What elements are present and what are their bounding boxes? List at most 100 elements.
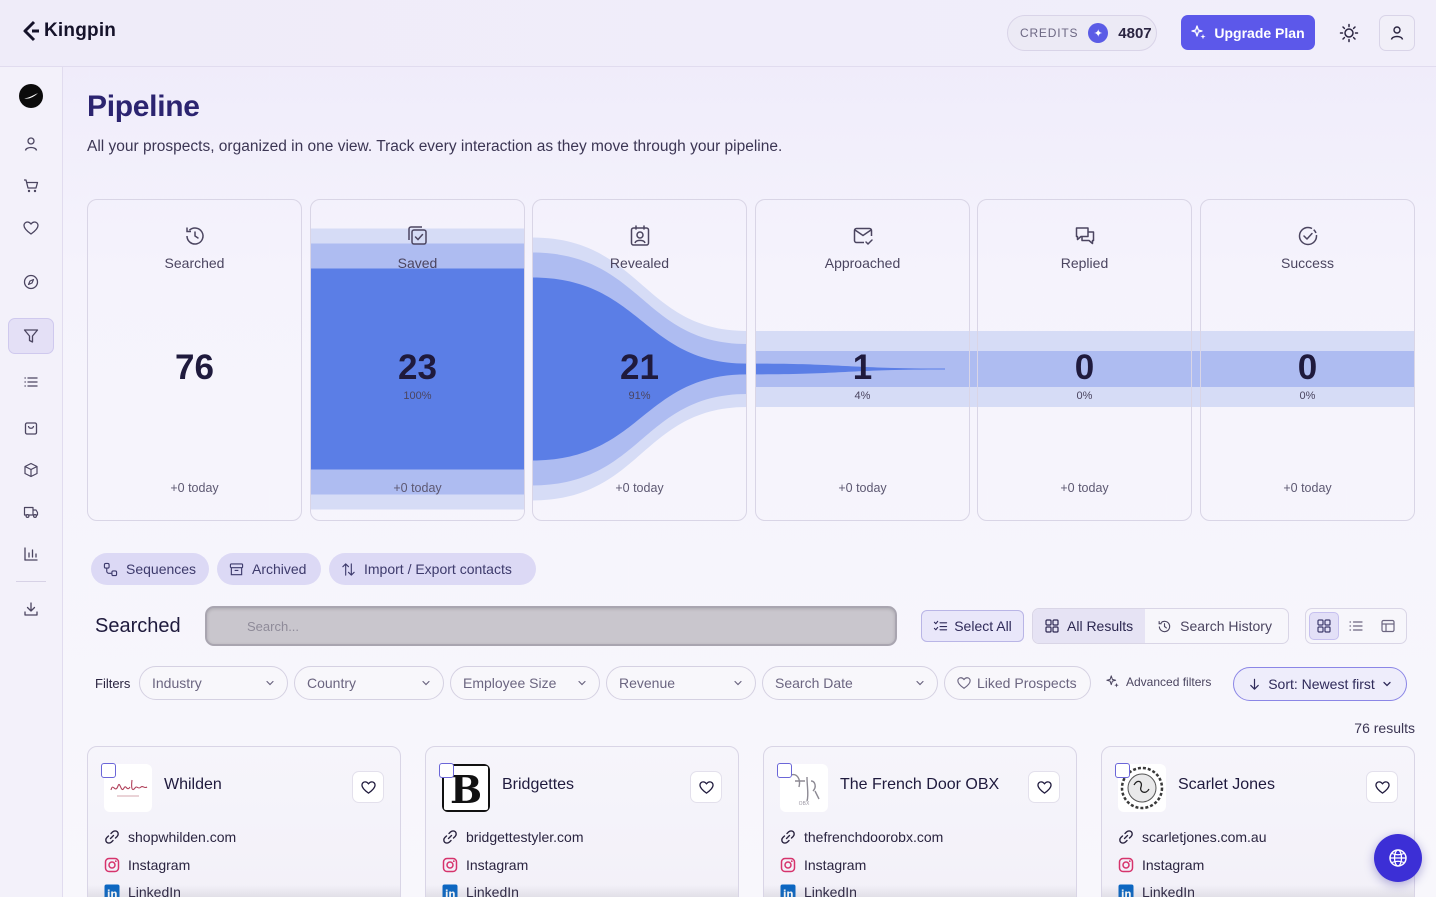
- instagram-link[interactable]: Instagram: [104, 857, 190, 873]
- like-button[interactable]: [1028, 771, 1060, 803]
- website-link[interactable]: bridgettestyler.com: [442, 829, 584, 845]
- tab-import-export[interactable]: Import / Export contacts: [329, 553, 536, 585]
- credits-value: 4807: [1118, 24, 1152, 42]
- list-view-button[interactable]: [1341, 612, 1371, 640]
- view-switcher: [1305, 608, 1407, 644]
- filter-search-date-dropdown[interactable]: Search Date: [762, 666, 938, 700]
- sidebar-item-orders[interactable]: [8, 410, 54, 446]
- linkedin-link[interactable]: in LinkedIn: [104, 884, 181, 897]
- sidebar-workspace-avatar[interactable]: [8, 78, 54, 114]
- workspace-logo-icon: [19, 84, 43, 108]
- stage-count: 21: [620, 348, 659, 387]
- upgrade-plan-button[interactable]: Upgrade Plan: [1181, 15, 1315, 50]
- credits-badge[interactable]: CREDITS ✦ 4807: [1007, 15, 1157, 51]
- funnel-stage-approached[interactable]: Approached 1 4% +0 today: [755, 199, 970, 521]
- sidebar-item-downloads[interactable]: [8, 591, 54, 627]
- svg-text:OBX: OBX: [799, 801, 810, 807]
- filter-label: Country: [307, 675, 357, 691]
- person-icon: [24, 137, 38, 151]
- sidebar-item-contacts[interactable]: [8, 126, 54, 162]
- theme-toggle-sun-icon[interactable]: [1338, 22, 1360, 44]
- chevron-down-icon: [578, 680, 586, 686]
- filter-revenue-dropdown[interactable]: Revenue: [606, 666, 756, 700]
- svg-text:B: B: [450, 767, 482, 812]
- grid-view-button[interactable]: [1309, 612, 1340, 640]
- sidebar-item-favorites[interactable]: [8, 210, 54, 246]
- instagram-link[interactable]: Instagram: [780, 857, 866, 873]
- search-history-button[interactable]: Search History: [1145, 609, 1284, 643]
- card-select-checkbox[interactable]: [439, 763, 454, 778]
- tab-archived[interactable]: Archived: [217, 553, 321, 585]
- arrow-down-icon: [1250, 678, 1260, 690]
- prospect-card[interactable]: Whilden shopwhilden.com Instagram in LinkedI…: [87, 746, 401, 897]
- results-mode-toggle: All Results Search History: [1032, 608, 1289, 644]
- list-icon: [24, 377, 38, 387]
- prospect-card[interactable]: Scarlet Jones scarletjones.com.au Instagra…: [1101, 746, 1415, 897]
- table-view-button[interactable]: [1373, 612, 1403, 640]
- stage-today: +0 today: [838, 481, 887, 495]
- advanced-filters-button[interactable]: Advanced filters: [1106, 675, 1211, 689]
- filter-employee-size-dropdown[interactable]: Employee Size: [450, 666, 600, 700]
- sidebar-item-products[interactable]: [8, 452, 54, 488]
- card-select-checkbox[interactable]: [777, 763, 792, 778]
- funnel-stage-saved[interactable]: Saved 23 100% +0 today: [310, 199, 525, 521]
- sort-dropdown[interactable]: Sort: Newest first: [1233, 667, 1407, 701]
- linkedin-link[interactable]: in LinkedIn: [1118, 884, 1195, 897]
- liked-prospects-filter[interactable]: Liked Prospects: [944, 666, 1091, 700]
- globe-chat-icon: [1389, 849, 1407, 867]
- like-button[interactable]: [352, 771, 384, 803]
- linkedin-link[interactable]: in LinkedIn: [442, 884, 519, 897]
- instagram-text: Instagram: [1142, 857, 1205, 873]
- credits-label: CREDITS: [1020, 26, 1079, 40]
- sidebar-item-cart[interactable]: [8, 168, 54, 204]
- help-chat-button[interactable]: [1374, 834, 1422, 882]
- funnel-stage-revealed[interactable]: Revealed 21 91% +0 today: [532, 199, 747, 521]
- sidebar-item-analytics[interactable]: [8, 536, 54, 572]
- history-icon: [1158, 620, 1171, 632]
- bar-chart-icon: [24, 547, 38, 561]
- card-select-checkbox[interactable]: [101, 763, 116, 778]
- heart-icon: [698, 780, 714, 794]
- card-select-checkbox[interactable]: [1115, 763, 1130, 778]
- prospect-card[interactable]: OBX The French Door OBX thefrenchdoorobx.c…: [763, 746, 1077, 897]
- tab-sequences[interactable]: Sequences: [91, 553, 209, 585]
- website-text: bridgettestyler.com: [466, 829, 584, 845]
- all-results-button[interactable]: All Results: [1033, 609, 1146, 643]
- website-text: scarletjones.com.au: [1142, 829, 1267, 845]
- instagram-text: Instagram: [128, 857, 191, 873]
- website-link[interactable]: thefrenchdoorobx.com: [780, 829, 943, 845]
- prospect-card[interactable]: B Bridgettes bridgettestyler.com Instagram i…: [425, 746, 739, 897]
- search-input[interactable]: [205, 606, 897, 646]
- linkedin-link[interactable]: in LinkedIn: [780, 884, 857, 897]
- compass-icon: [23, 274, 39, 290]
- sidebar-item-lists[interactable]: [8, 364, 54, 400]
- sidebar-item-shipping[interactable]: [8, 494, 54, 530]
- filter-industry-dropdown[interactable]: Industry: [139, 666, 288, 700]
- instagram-icon: [104, 857, 120, 873]
- sidebar-item-pipeline[interactable]: [8, 318, 54, 354]
- website-link[interactable]: shopwhilden.com: [104, 829, 236, 845]
- instagram-link[interactable]: Instagram: [1118, 857, 1204, 873]
- stage-today: +0 today: [170, 481, 219, 495]
- like-button[interactable]: [1366, 771, 1398, 803]
- linkedin-icon: in: [442, 884, 458, 897]
- filter-country-dropdown[interactable]: Country: [294, 666, 444, 700]
- user-menu-button[interactable]: [1379, 15, 1415, 51]
- company-name: Whilden: [164, 776, 222, 793]
- funnel-stage-success[interactable]: Success 0 0% +0 today: [1200, 199, 1415, 521]
- sidebar-item-discover[interactable]: [8, 264, 54, 300]
- website-link[interactable]: scarletjones.com.au: [1118, 829, 1267, 845]
- archive-icon: [229, 562, 244, 575]
- kingpin-logo[interactable]: Kingpin: [22, 20, 116, 42]
- tab-import-export-label: Import / Export contacts: [364, 561, 512, 577]
- select-all-button[interactable]: Select All: [921, 610, 1024, 642]
- funnel-stage-replied[interactable]: Replied 0 0% +0 today: [977, 199, 1192, 521]
- import-export-icon: [342, 562, 355, 576]
- like-button[interactable]: [690, 771, 722, 803]
- stage-name: Success: [1281, 255, 1334, 271]
- stage-name: Replied: [1060, 255, 1109, 271]
- instagram-link[interactable]: Instagram: [442, 857, 528, 873]
- funnel-stage-searched[interactable]: Searched 76 +0 today: [87, 199, 302, 521]
- link-icon: [1119, 830, 1133, 844]
- sparkles-icon: [1191, 24, 1206, 39]
